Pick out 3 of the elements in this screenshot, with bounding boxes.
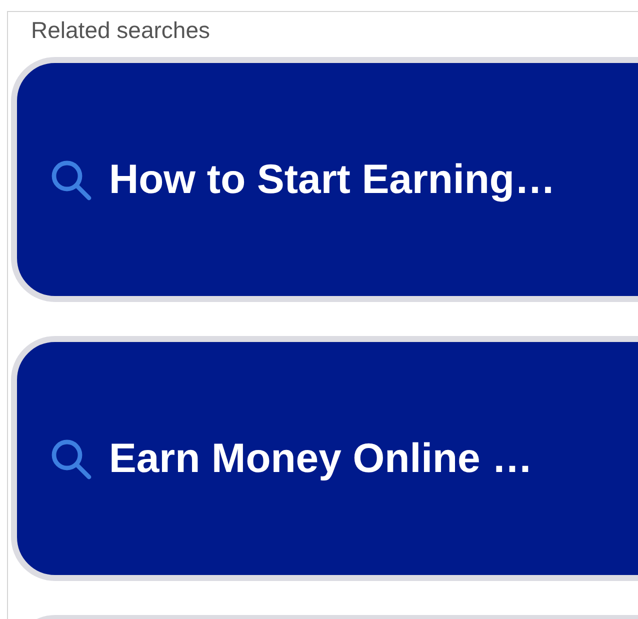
- section-heading: Related searches: [30, 16, 211, 45]
- search-suggestion[interactable]: Earn Money Online …: [11, 336, 638, 581]
- search-suggestion[interactable]: How to Start Earning…: [11, 57, 638, 302]
